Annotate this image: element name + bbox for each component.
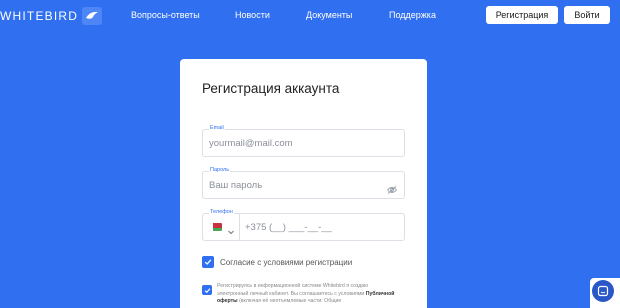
belarus-flag-icon[interactable] [210,223,222,231]
phone-input[interactable]: +375 (__) ___-__-__ [245,222,332,233]
nav-documents[interactable]: Документы [306,10,352,20]
phone-divider [239,214,240,240]
form-title: Регистрация аккаунта [202,81,340,96]
registration-card: Регистрация аккаунта Email yourmail@mail… [180,59,427,308]
phone-field[interactable]: Телефон +375 (__) ___-__-__ [202,209,405,241]
eye-off-icon[interactable] [386,181,398,194]
email-input[interactable]: yourmail@mail.com [209,138,293,149]
email-field[interactable]: Email yourmail@mail.com [202,125,405,157]
nav-support[interactable]: Поддержка [389,10,436,20]
password-field[interactable]: Пароль Ваш пароль [202,167,405,199]
terms-text: Регистрируясь в информационной системе W… [217,283,399,306]
logo-text: WHITEBIRD [0,9,79,23]
check-icon [204,259,212,265]
terms-text-1: Регистрируясь в информационной системе W… [217,283,369,297]
nav-news[interactable]: Новости [235,10,270,20]
register-button[interactable]: Регистрация [486,6,558,24]
header: WHITEBIRD Вопросы-ответы Новости Докумен… [0,0,620,32]
chevron-down-icon[interactable] [227,223,235,235]
consent-label[interactable]: Согласие с условиями регистрации [220,258,352,267]
terms-checkbox[interactable] [202,285,212,295]
login-button[interactable]: Войти [564,6,610,24]
check-icon [204,287,210,293]
consent-checkbox[interactable] [202,256,214,268]
nav-faq[interactable]: Вопросы-ответы [131,10,200,20]
password-label: Пароль [209,167,231,173]
logo-bird-icon [82,7,103,25]
phone-label: Телефон [209,209,234,215]
chat-icon[interactable] [592,280,614,302]
terms-text-2: (включая её неотъемлемые части: Общие [239,298,342,304]
password-input[interactable]: Ваш пароль [209,180,262,191]
email-label: Email [209,125,225,131]
logo[interactable]: WHITEBIRD [0,7,103,25]
